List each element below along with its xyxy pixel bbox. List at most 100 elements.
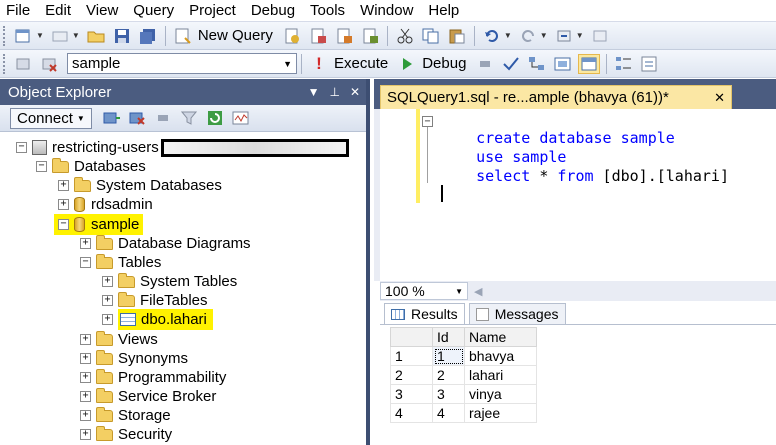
menu-file[interactable]: File (0, 1, 39, 21)
parse-checkmark-icon[interactable] (500, 54, 522, 74)
connect-object-explorer-icon[interactable] (100, 108, 122, 128)
tree-node-views[interactable]: + Views (80, 330, 158, 349)
pin-icon[interactable]: ⊥ (329, 85, 339, 99)
comment-out-icon[interactable] (613, 54, 635, 74)
expand-icon[interactable]: + (102, 276, 113, 287)
close-icon[interactable]: ✕ (350, 85, 360, 99)
uncomment-icon[interactable] (639, 54, 661, 74)
cell-id[interactable]: 3 (432, 384, 465, 404)
tree-node-sample[interactable]: − sample (54, 214, 144, 235)
menu-help[interactable]: Help (422, 1, 468, 21)
xmla-query-icon[interactable] (359, 26, 381, 46)
tree-node-rdsadmin[interactable]: + rdsadmin (58, 195, 153, 214)
tree-node-security[interactable]: + Security (80, 425, 172, 444)
new-query-button[interactable]: New Query (198, 27, 273, 44)
tree-node-synonyms[interactable]: + Synonyms (80, 349, 188, 368)
tree-node-databases[interactable]: − Databases (36, 157, 146, 176)
toolbar-grip[interactable] (3, 53, 7, 74)
grid-corner-cell[interactable] (390, 327, 433, 347)
filter-icon[interactable] (178, 108, 200, 128)
menu-query[interactable]: Query (127, 1, 183, 21)
new-query-icon[interactable] (172, 26, 194, 46)
scroll-left-icon[interactable]: ◀ (474, 285, 482, 298)
expand-icon[interactable]: + (80, 410, 91, 421)
copy-icon[interactable] (420, 26, 442, 46)
row-number[interactable]: 1 (390, 346, 433, 366)
menu-view[interactable]: View (80, 1, 127, 21)
chevron-down-icon[interactable]: ▼ (576, 31, 584, 40)
debug-play-icon[interactable] (396, 54, 418, 74)
cell-id[interactable]: 2 (432, 365, 465, 385)
toolbar-grip[interactable] (3, 25, 7, 46)
cell-name[interactable]: bhavya (464, 346, 537, 366)
results-to-grid-icon[interactable] (578, 53, 601, 74)
tree-node-dbo-lahari[interactable]: + dbo.lahari (102, 309, 213, 330)
open-folder-icon[interactable] (85, 26, 107, 46)
expand-icon[interactable]: + (58, 180, 69, 191)
expand-icon[interactable]: + (80, 334, 91, 345)
stop-icon[interactable] (152, 108, 174, 128)
collapse-icon[interactable]: − (36, 161, 47, 172)
column-header-name[interactable]: Name (464, 327, 537, 347)
menu-window[interactable]: Window (354, 1, 422, 21)
collapse-icon[interactable]: − (16, 142, 27, 153)
tree-node-programmability[interactable]: + Programmability (80, 368, 226, 387)
navigate-forward-icon[interactable] (589, 26, 611, 46)
add-item-icon[interactable] (49, 26, 71, 46)
refresh-icon[interactable] (204, 108, 226, 128)
undo-icon[interactable] (481, 26, 503, 46)
tab-messages[interactable]: Messages (468, 303, 566, 324)
expand-icon[interactable]: + (102, 295, 113, 306)
change-connection-icon[interactable] (39, 54, 61, 74)
row-number[interactable]: 3 (390, 384, 433, 404)
disconnect-icon[interactable] (126, 108, 148, 128)
tab-sqlquery1[interactable]: SQLQuery1.sql - re...ample (bhavya (61))… (380, 85, 732, 109)
cell-name[interactable]: rajee (464, 403, 537, 423)
execute-icon[interactable]: ! (308, 54, 330, 74)
chevron-down-icon[interactable]: ▼ (36, 31, 44, 40)
tree-node-system-databases[interactable]: + System Databases (58, 176, 222, 195)
column-header-id[interactable]: Id (432, 327, 465, 347)
query-editor[interactable]: − create database sample use sample sele… (374, 109, 776, 281)
save-all-icon[interactable] (137, 26, 159, 46)
close-icon[interactable]: ✕ (714, 90, 725, 106)
connect-icon[interactable] (13, 54, 35, 74)
chevron-down-icon[interactable]: ▼ (72, 31, 80, 40)
query-designer-icon[interactable] (552, 54, 574, 74)
row-number[interactable]: 2 (390, 365, 433, 385)
tab-results[interactable]: Results (384, 303, 465, 324)
cell-id[interactable]: 1 (432, 346, 465, 366)
cell-name[interactable]: vinya (464, 384, 537, 404)
zoom-select[interactable]: 100 % ▼ (380, 282, 468, 300)
tree-node-tables[interactable]: − Tables (80, 253, 161, 272)
collapse-icon[interactable]: − (80, 257, 91, 268)
expand-icon[interactable]: + (80, 429, 91, 440)
navigate-backward-icon[interactable] (553, 26, 575, 46)
save-icon[interactable] (111, 26, 133, 46)
new-project-icon[interactable] (13, 26, 35, 46)
expand-icon[interactable]: + (80, 391, 91, 402)
row-number[interactable]: 4 (390, 403, 433, 423)
expand-icon[interactable]: + (102, 314, 113, 325)
display-estimated-plan-icon[interactable] (526, 54, 548, 74)
expand-icon[interactable]: + (58, 199, 69, 210)
connect-button[interactable]: Connect ▼ (10, 107, 92, 129)
cell-id[interactable]: 4 (432, 403, 465, 423)
paste-icon[interactable] (446, 26, 468, 46)
tree-node-filetables[interactable]: + FileTables (102, 291, 208, 310)
menu-edit[interactable]: Edit (39, 1, 80, 21)
tree-node-database-diagrams[interactable]: + Database Diagrams (80, 234, 251, 253)
analysis-services-dmx-query-icon[interactable] (333, 26, 355, 46)
tree-node-service-broker[interactable]: + Service Broker (80, 387, 216, 406)
database-engine-query-icon[interactable] (281, 26, 303, 46)
activity-monitor-icon[interactable] (230, 108, 252, 128)
available-databases-select[interactable]: sample ▼ (67, 53, 297, 74)
cell-name[interactable]: lahari (464, 365, 537, 385)
tree-node-system-tables[interactable]: + System Tables (102, 272, 237, 291)
tree-node-storage[interactable]: + Storage (80, 406, 171, 425)
expand-icon[interactable]: + (80, 238, 91, 249)
cut-icon[interactable] (394, 26, 416, 46)
cancel-query-icon[interactable] (474, 54, 496, 74)
execute-button[interactable]: Execute (334, 55, 388, 72)
menu-debug[interactable]: Debug (245, 1, 304, 21)
